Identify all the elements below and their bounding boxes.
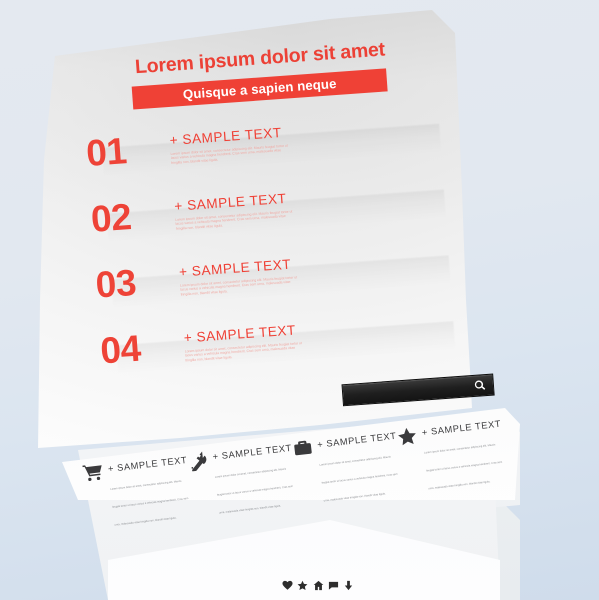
star-icon[interactable]	[297, 580, 308, 591]
row-title: + SAMPLE TEXT	[173, 190, 287, 214]
speech-bubble-icon[interactable]	[328, 580, 339, 591]
main-card-content: Lorem ipsum dolor sit amet Quisque a sap…	[55, 23, 495, 431]
feature-body: Lorem ipsum dolor sit amet, consectetur …	[319, 455, 398, 503]
shopping-cart-icon	[82, 462, 104, 484]
feature-title: + SAMPLE TEXT	[107, 454, 188, 475]
feature-title: + SAMPLE TEXT	[316, 430, 398, 450]
row-title: + SAMPLE TEXT	[178, 256, 292, 280]
feature-title: + SAMPLE TEXT	[212, 442, 293, 462]
feature-item-briefcase[interactable]: + SAMPLE TEXT Lorem ipsum dolor sit amet…	[291, 426, 403, 509]
download-arrow-icon[interactable]	[343, 580, 354, 591]
feature-body: Lorem ipsum dolor sit amet, consectetur …	[424, 443, 503, 491]
poster-canvas: + SAMPLE TEXT Lorem ipsum dolor sit amet…	[0, 0, 599, 600]
search-bar[interactable]	[341, 373, 495, 407]
briefcase-icon	[291, 437, 313, 459]
row-number: 01	[84, 130, 128, 174]
feature-item-wrench[interactable]: + SAMPLE TEXT Lorem ipsum dolor sit amet…	[187, 438, 299, 521]
feature-item-cart[interactable]: + SAMPLE TEXT Lorem ipsum dolor sit amet…	[82, 450, 194, 533]
subtitle-text: Quisque a sapien neque	[182, 75, 337, 102]
search-input[interactable]	[344, 377, 480, 403]
wrench-icon	[187, 450, 209, 472]
feature-item-star[interactable]: + SAMPLE TEXT Lorem ipsum dolor sit amet…	[396, 414, 508, 497]
feature-title: + SAMPLE TEXT	[421, 418, 502, 438]
row-title: + SAMPLE TEXT	[169, 125, 283, 149]
row-number: 02	[89, 196, 133, 240]
home-icon[interactable]	[313, 580, 324, 591]
list-item[interactable]: 02 + SAMPLE TEXT Lorem ipsum dolor sit a…	[82, 176, 446, 245]
list-item[interactable]: 01 + SAMPLE TEXT Lorem ipsum dolor sit a…	[77, 110, 442, 179]
row-number: 04	[99, 327, 143, 372]
list-item[interactable]: 04 + SAMPLE TEXT Lorem ipsum dolor sit a…	[91, 308, 456, 377]
search-icon[interactable]	[474, 379, 487, 392]
list-item[interactable]: 03 + SAMPLE TEXT Lorem ipsum dolor sit a…	[86, 242, 451, 311]
row-title: + SAMPLE TEXT	[183, 322, 297, 346]
social-icon-row	[282, 578, 354, 592]
star-icon	[396, 425, 418, 447]
feature-body: Lorem ipsum dolor sit amet, consectetur …	[110, 479, 189, 527]
heart-icon[interactable]	[282, 580, 293, 591]
row-number: 03	[94, 261, 138, 306]
feature-body: Lorem ipsum dolor sit amet, consectetur …	[214, 467, 294, 515]
